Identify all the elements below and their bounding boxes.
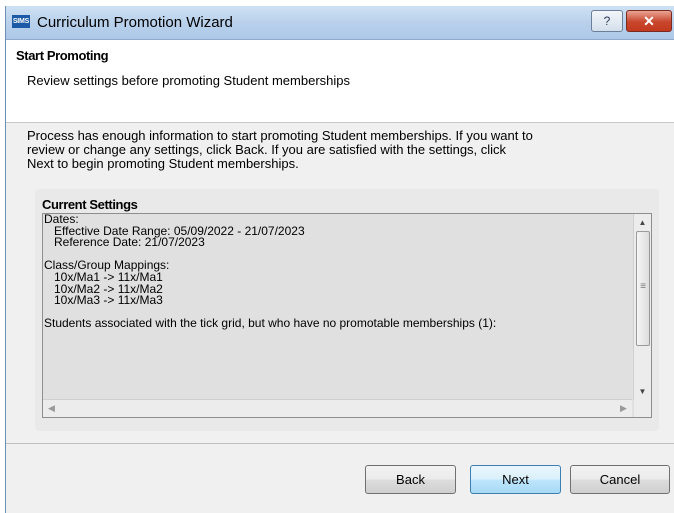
scroll-left-arrow-icon[interactable]: ◀ bbox=[43, 400, 60, 417]
close-button[interactable]: ✕ bbox=[626, 10, 672, 32]
step-title: Start Promoting bbox=[16, 48, 109, 63]
current-settings-title: Current Settings bbox=[42, 197, 138, 212]
help-button[interactable]: ? bbox=[591, 10, 623, 32]
next-button[interactable]: Next bbox=[470, 465, 561, 494]
title-bar[interactable]: SIMS Curriculum Promotion Wizard ? ✕ bbox=[6, 6, 674, 40]
back-button[interactable]: Back bbox=[365, 465, 456, 494]
settings-text: Dates: Effective Date Range: 05/09/2022 … bbox=[44, 214, 629, 400]
scrollbar-corner bbox=[634, 400, 651, 417]
scroll-right-arrow-icon[interactable]: ▶ bbox=[615, 400, 632, 417]
settings-line: Students associated with the tick grid, … bbox=[44, 316, 497, 331]
sims-app-icon: SIMS bbox=[12, 15, 30, 28]
vertical-scroll-thumb[interactable]: ≡ bbox=[636, 231, 650, 346]
intro-line: Process has enough information to start … bbox=[27, 128, 533, 143]
footer-divider bbox=[6, 443, 674, 444]
horizontal-scrollbar[interactable]: ◀ ▶ bbox=[43, 399, 632, 417]
settings-textbox[interactable]: Dates: Effective Date Range: 05/09/2022 … bbox=[42, 213, 652, 418]
cancel-button[interactable]: Cancel bbox=[570, 465, 670, 494]
settings-line: Reference Date: 21/07/2023 bbox=[44, 235, 205, 250]
intro-text: Process has enough information to start … bbox=[27, 129, 657, 171]
intro-line: Next to begin promoting Student membersh… bbox=[27, 156, 299, 171]
wizard-header: Start Promoting Review settings before p… bbox=[6, 40, 674, 123]
window-title: Curriculum Promotion Wizard bbox=[37, 14, 233, 31]
step-subtitle: Review settings before promoting Student… bbox=[27, 73, 350, 88]
settings-line: 10x/Ma3 -> 11x/Ma3 bbox=[44, 293, 163, 308]
intro-line: review or change any settings, click Bac… bbox=[27, 142, 507, 157]
scroll-up-arrow-icon[interactable]: ▲ bbox=[634, 214, 651, 231]
scroll-grip-icon: ≡ bbox=[640, 281, 646, 292]
scroll-down-arrow-icon[interactable]: ▼ bbox=[634, 383, 651, 400]
wizard-window: SIMS Curriculum Promotion Wizard ? ✕ Sta… bbox=[5, 6, 674, 513]
current-settings-group: Current Settings Dates: Effective Date R… bbox=[35, 189, 659, 431]
vertical-scrollbar[interactable]: ▲ ≡ ▼ bbox=[633, 214, 651, 400]
